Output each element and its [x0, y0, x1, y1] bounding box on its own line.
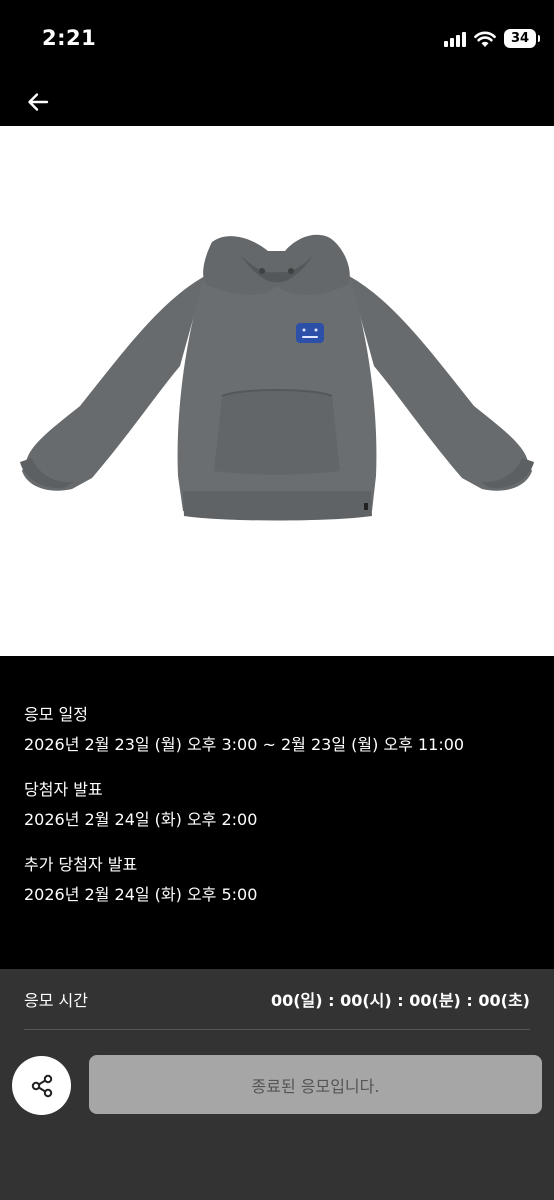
countdown-label: 응모 시간	[24, 991, 88, 1010]
apply-button-disabled[interactable]: 종료된 응모입니다.	[89, 1055, 542, 1114]
extra-winner-announcement: 추가 당첨자 발표 2026년 2월 24일 (화) 오후 5:00	[24, 854, 530, 906]
status-time: 2:21	[42, 26, 97, 50]
winner-announcement: 당첨자 발표 2026년 2월 24일 (화) 오후 2:00	[24, 779, 530, 831]
share-icon	[31, 1074, 52, 1097]
entry-schedule-value: 2026년 2월 23일 (월) 오후 3:00 ~ 2월 23일 (월) 오후…	[24, 735, 465, 754]
winner-announcement-value: 2026년 2월 24일 (화) 오후 2:00	[24, 810, 258, 829]
arrow-left-icon	[28, 93, 49, 111]
header	[0, 80, 554, 126]
signal-icon	[444, 31, 466, 47]
battery-level: 34	[510, 31, 530, 46]
bottom-panel: 응모 시간 00(일) : 00(시) : 00(분) : 00(초) 종료된 …	[0, 969, 554, 1200]
extra-winner-announcement-title: 추가 당첨자 발표	[24, 855, 138, 874]
wifi-icon	[474, 31, 496, 47]
schedule-section: 응모 일정 2026년 2월 23일 (월) 오후 3:00 ~ 2월 23일 …	[0, 656, 554, 969]
extra-winner-announcement-value: 2026년 2월 24일 (화) 오후 5:00	[24, 885, 258, 904]
product-image	[0, 126, 554, 656]
battery-icon: 34	[504, 29, 540, 48]
share-button[interactable]	[12, 1056, 71, 1115]
back-button[interactable]	[22, 86, 54, 118]
hoodie-image	[20, 234, 534, 521]
countdown-row: 응모 시간 00(일) : 00(시) : 00(분) : 00(초)	[0, 969, 554, 1029]
countdown-value: 00(일) : 00(시) : 00(분) : 00(초)	[270, 991, 530, 1010]
status-icons: 34	[444, 29, 540, 48]
divider	[24, 1029, 530, 1030]
entry-schedule-title: 응모 일정	[24, 705, 88, 724]
entry-schedule: 응모 일정 2026년 2월 23일 (월) 오후 3:00 ~ 2월 23일 …	[24, 704, 530, 756]
status-bar: 2:21 34	[0, 0, 554, 80]
winner-announcement-title: 당첨자 발표	[24, 780, 103, 799]
